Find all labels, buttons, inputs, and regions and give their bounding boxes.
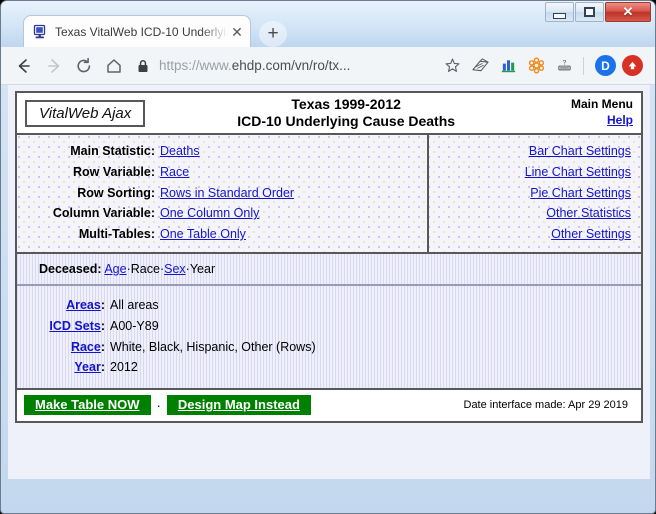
tab-close-button[interactable]: ✕ <box>228 25 246 39</box>
criteria-label: ICD Sets: <box>49 318 105 333</box>
deceased-year-text: Year <box>189 261 216 276</box>
criteria-row-areas: Areas: All areas <box>17 295 641 316</box>
criteria-row-year: Year: 2012 <box>17 357 641 378</box>
url-scheme: https://www. <box>159 58 232 73</box>
tab-title: Texas VitalWeb ICD-10 Underlyin <box>55 24 228 39</box>
row-sorting-link[interactable]: Rows in Standard Order <box>160 186 294 200</box>
criteria-label: Year: <box>74 360 105 375</box>
page-title-line2: ICD-10 Underlying Cause Deaths <box>237 113 456 129</box>
computer-terminal-icon <box>32 24 48 40</box>
setting-row-main-statistic: Main Statistic: Deaths <box>17 141 427 162</box>
criteria-label: Areas: <box>66 297 105 312</box>
other-statistics-link[interactable]: Other Statistics <box>429 203 631 224</box>
url-rest: ehdp.com/vn/ro/tx... <box>231 58 351 73</box>
back-button[interactable] <box>9 51 39 81</box>
line-chart-settings-link[interactable]: Line Chart Settings <box>429 162 631 183</box>
criteria-value: A00-Y89 <box>110 318 159 333</box>
vitalweb-page: VitalWeb Ajax Texas 1999-2012 ICD-10 Und… <box>15 91 643 424</box>
setting-row-column-variable: Column Variable: One Column Only <box>17 203 427 224</box>
toolbar-separator <box>583 56 584 75</box>
url-text: https://www.ehdp.com/vn/ro/tx... <box>159 58 350 73</box>
criteria-label: Race: <box>70 339 105 354</box>
pie-chart-settings-link[interactable]: Pie Chart Settings <box>429 183 631 204</box>
setting-label: Multi-Tables: <box>78 227 155 242</box>
setting-row-row-variable: Row Variable: Race <box>17 162 427 183</box>
new-tab-button[interactable]: + <box>259 21 287 47</box>
areas-link[interactable]: Areas <box>66 298 101 312</box>
molecule-extension-icon[interactable] <box>522 52 550 80</box>
settings-band: Main Statistic: Deaths Row Variable: Rac… <box>17 135 641 254</box>
deceased-age-link[interactable]: Age <box>104 262 126 276</box>
criteria-value: 2012 <box>110 360 138 375</box>
main-menu-label: Main Menu <box>571 97 633 112</box>
reload-icon <box>77 57 91 72</box>
setting-value: Rows in Standard Order <box>160 183 294 204</box>
home-button[interactable] <box>99 51 129 81</box>
page-title: Texas 1999-2012 ICD-10 Underlying Cause … <box>145 96 547 129</box>
setting-value: One Table Only <box>160 224 246 245</box>
profile-avatar[interactable]: D <box>595 55 616 76</box>
criteria-row-icd-sets: ICD Sets: A00-Y89 <box>17 316 641 337</box>
deceased-race-text: Race <box>130 261 160 276</box>
action-band: Make Table NOW · Design Map Instead Date… <box>17 388 641 422</box>
setting-label: Column Variable: <box>52 206 155 221</box>
forward-button[interactable] <box>39 51 69 81</box>
settings-left-column: Main Statistic: Deaths Row Variable: Rac… <box>17 135 429 252</box>
date-interface-made: Date interface made: Apr 29 2019 <box>463 399 629 412</box>
reload-button[interactable] <box>69 51 99 81</box>
setting-row-multi-tables: Multi-Tables: One Table Only <box>17 224 427 245</box>
browser-window: ✕ Texas VitalWeb ICD-10 Underlyin ✕ + ht… <box>0 0 656 514</box>
tab-strip: Texas VitalWeb ICD-10 Underlyin ✕ + <box>1 15 655 47</box>
icd-sets-link[interactable]: ICD Sets <box>49 319 100 333</box>
browser-toolbar: https://www.ehdp.com/vn/ro/tx... ? D <box>1 47 655 85</box>
button-separator: · <box>156 397 161 413</box>
lock-icon <box>137 59 151 73</box>
race-link[interactable]: Race <box>71 340 101 354</box>
svg-text:?: ? <box>562 60 566 67</box>
multi-tables-link[interactable]: One Table Only <box>160 227 246 241</box>
page-title-line1: Texas 1999-2012 <box>291 96 401 113</box>
make-table-now-button[interactable]: Make Table NOW <box>24 395 151 416</box>
setting-value: One Column Only <box>160 203 259 224</box>
header-links: Main Menu Help <box>547 97 633 128</box>
setting-label: Row Sorting: <box>77 185 155 200</box>
vitalweb-logo: VitalWeb Ajax <box>25 99 146 127</box>
design-map-instead-button[interactable]: Design Map Instead <box>166 395 311 416</box>
bookmark-star-icon[interactable] <box>438 52 466 80</box>
other-settings-link[interactable]: Other Settings <box>429 224 631 245</box>
setting-label: Main Statistic: <box>70 144 155 158</box>
criteria-value: All areas <box>110 297 159 312</box>
back-arrow-icon <box>18 58 30 73</box>
criteria-row-race: Race: White, Black, Hispanic, Other (Row… <box>17 337 641 358</box>
browser-tab[interactable]: Texas VitalWeb ICD-10 Underlyin ✕ <box>23 15 251 47</box>
year-link[interactable]: Year <box>74 360 100 374</box>
setting-value: Race <box>160 162 189 183</box>
page-viewport: VitalWeb Ajax Texas 1999-2012 ICD-10 Und… <box>8 85 650 479</box>
main-statistic-link[interactable]: Deaths <box>160 144 200 158</box>
setting-value: Deaths <box>160 141 200 162</box>
bar-chart-extension-icon[interactable] <box>494 52 522 80</box>
home-icon <box>107 58 121 73</box>
deceased-sex-link[interactable]: Sex <box>164 262 186 276</box>
page-header: VitalWeb Ajax Texas 1999-2012 ICD-10 Und… <box>17 93 641 135</box>
deceased-band: Deceased: Age·Race·Sex·Year <box>17 253 641 286</box>
address-bar[interactable]: https://www.ehdp.com/vn/ro/tx... <box>137 53 434 79</box>
update-arrow-icon[interactable] <box>622 55 643 76</box>
criteria-band: Areas: All areas ICD Sets: A00-Y89 Race:… <box>17 285 641 389</box>
settings-right-column: Bar Chart Settings Line Chart Settings P… <box>429 135 641 252</box>
column-variable-link[interactable]: One Column Only <box>160 206 259 220</box>
forward-arrow-icon <box>48 58 60 73</box>
row-variable-link[interactable]: Race <box>160 165 189 179</box>
setting-label: Row Variable: <box>73 164 155 179</box>
setting-row-row-sorting: Row Sorting: Rows in Standard Order <box>17 183 427 204</box>
deceased-label: Deceased: <box>39 261 102 276</box>
reading-list-icon[interactable] <box>466 52 494 80</box>
criteria-value: White, Black, Hispanic, Other (Rows) <box>110 339 316 354</box>
keyboard-help-extension-icon[interactable]: ? <box>550 52 578 80</box>
help-link[interactable]: Help <box>607 113 633 127</box>
bar-chart-settings-link[interactable]: Bar Chart Settings <box>429 141 631 162</box>
